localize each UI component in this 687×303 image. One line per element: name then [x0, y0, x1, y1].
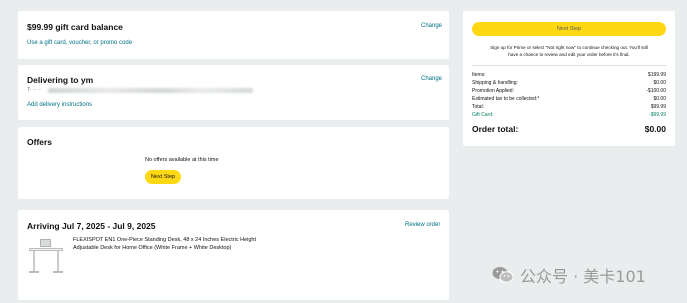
- offers-title: Offers: [27, 137, 53, 147]
- order-total-label: Order total:: [472, 124, 519, 134]
- prime-note-line2: have a chance to review and edit your or…: [508, 52, 630, 57]
- add-delivery-instructions-link[interactable]: Add delivery instructions: [27, 102, 92, 108]
- gift-card-value: -$99.99: [649, 112, 666, 118]
- gift-card-label: Gift Card:: [472, 112, 494, 118]
- watermark-text: 公众号 · 美卡101: [520, 267, 646, 286]
- summary-row-items: Items: $199.99: [472, 72, 666, 79]
- desk-leg-left-icon: [33, 251, 35, 271]
- gift-card-balance-title: $99.99 gift card balance: [27, 22, 123, 32]
- total-label: Total:: [472, 104, 484, 110]
- review-order-link[interactable]: Review order: [405, 222, 440, 228]
- prime-note-line1: Sign up for Prime or select "Not right n…: [490, 45, 648, 50]
- offers-next-step-button[interactable]: Next Step: [145, 170, 181, 184]
- delivery-section: Delivering to ym 7· ·· ·· Add delivery i…: [18, 65, 449, 120]
- shipping-value: $0.00: [653, 80, 666, 86]
- arriving-section: Arriving Jul 7, 2025 - Jul 9, 2025 Revie…: [18, 210, 449, 300]
- arriving-title: Arriving Jul 7, 2025 - Jul 9, 2025: [27, 221, 156, 231]
- items-value: $199.99: [647, 72, 666, 78]
- desk-foot-right-icon: [53, 271, 63, 273]
- wechat-watermark: 公众号 · 美卡101: [492, 262, 646, 288]
- promotion-value: -$100.00: [646, 88, 666, 94]
- delivering-to-title: Delivering to ym: [27, 75, 94, 85]
- desk-monitor-icon: [40, 239, 51, 247]
- summary-row-promotion: Promotion Applied: -$100.00: [472, 88, 666, 95]
- items-label: Items:: [472, 72, 486, 78]
- desk-foot-left-icon: [29, 271, 39, 273]
- summary-next-step-button[interactable]: Next Step: [472, 22, 666, 36]
- summary-divider-top: [472, 65, 666, 66]
- tax-value: $0.00: [653, 96, 666, 102]
- offers-section: Offers No offers available at this time …: [18, 127, 449, 199]
- order-total-row: Order total: $0.00: [472, 122, 666, 136]
- summary-row-tax: Estimated tax to be collected:* $0.00: [472, 96, 666, 103]
- gift-card-section: $99.99 gift card balance Use a gift card…: [18, 11, 449, 59]
- summary-row-total: Total: $99.99: [472, 104, 666, 111]
- desk-leg-right-icon: [57, 251, 59, 271]
- summary-row-shipping: Shipping & handling: $0.00: [472, 80, 666, 87]
- delivery-change-link[interactable]: Change: [421, 76, 442, 82]
- product-title-line2[interactable]: Adjustable Desk for Home Office (White F…: [73, 245, 231, 251]
- promotion-label: Promotion Applied:: [472, 88, 514, 94]
- total-value: $99.99: [650, 104, 666, 110]
- no-offers-text: No offers available at this time: [145, 157, 219, 163]
- shipping-label: Shipping & handling:: [472, 80, 518, 86]
- address-prefix: 7· ·· ··: [27, 87, 41, 93]
- standing-desk-image[interactable]: [27, 237, 65, 275]
- order-total-value: $0.00: [644, 124, 666, 134]
- order-summary-panel: Next Step Sign up for Prime or select "N…: [463, 11, 675, 146]
- use-gift-card-link[interactable]: Use a gift card, voucher, or promo code: [27, 40, 132, 46]
- wechat-icon: [492, 267, 514, 283]
- gift-card-change-link[interactable]: Change: [421, 23, 442, 29]
- tax-label: Estimated tax to be collected:*: [472, 96, 540, 102]
- blurred-address: [48, 88, 253, 93]
- product-title-line1[interactable]: FLEXISPOT EN1 One-Piece Standing Desk, 4…: [73, 237, 256, 243]
- summary-row-gift-card: Gift Card: -$99.99: [472, 112, 666, 119]
